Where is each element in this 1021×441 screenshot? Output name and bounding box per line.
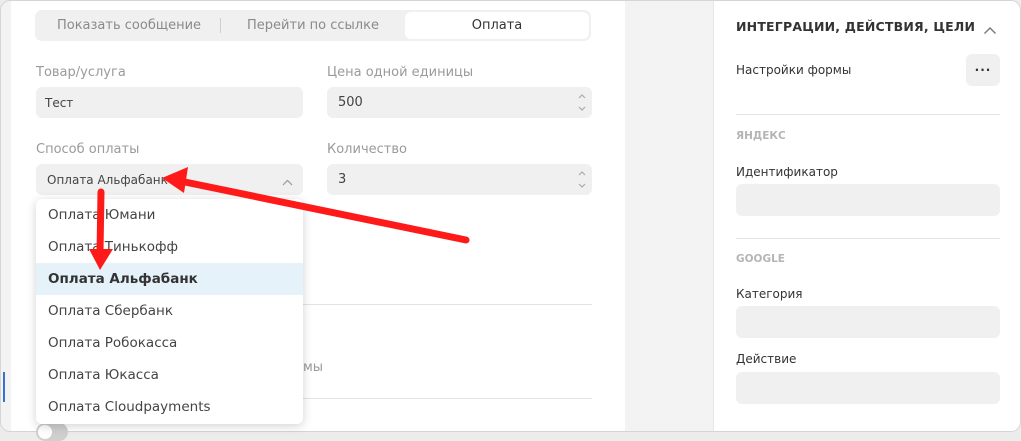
- payment-method-dropdown: Оплата Юмани Оплата Тинькофф Оплата Альф…: [36, 199, 303, 424]
- toggle-switch[interactable]: [36, 423, 68, 441]
- dropdown-option-yukassa[interactable]: Оплата Юкасса: [36, 359, 303, 391]
- quantity-input[interactable]: 3: [327, 164, 592, 195]
- action-input[interactable]: [736, 372, 1000, 404]
- quantity-value: 3: [338, 172, 347, 187]
- tab-show-message[interactable]: Показать сообщение: [37, 12, 221, 39]
- dropdown-option-sberbank[interactable]: Оплата Сбербанк: [36, 295, 303, 327]
- tab-go-to-link[interactable]: Перейти по ссылке: [221, 12, 405, 39]
- integrations-section-title: ИНТЕГРАЦИИ, ДЕЙСТВИЯ, ЦЕЛИ: [736, 19, 976, 34]
- yandex-caption: ЯНДЕКС: [736, 130, 786, 142]
- payment-method-label: Способ оплаты: [36, 142, 140, 157]
- more-icon: ···: [974, 63, 992, 77]
- identifier-input[interactable]: [736, 184, 1000, 216]
- category-input[interactable]: [736, 306, 1000, 338]
- dropdown-option-cloudpayments[interactable]: Оплата Cloudpayments: [36, 391, 303, 423]
- form-settings-label: Настройки формы: [736, 63, 852, 77]
- chevron-up-icon: [282, 175, 293, 189]
- partial-text: мы: [303, 360, 324, 375]
- google-caption: GOOGLE: [736, 253, 785, 265]
- price-stepper-icon[interactable]: [578, 92, 586, 113]
- chevron-up-icon[interactable]: [983, 20, 997, 39]
- quantity-stepper-icon[interactable]: [578, 169, 586, 190]
- price-input[interactable]: 500: [327, 87, 592, 118]
- price-value: 500: [338, 95, 363, 110]
- right-divider-2: [736, 238, 1000, 239]
- dropdown-option-alfabank[interactable]: Оплата Альфабанк: [36, 263, 303, 295]
- edge-marker: [3, 372, 5, 402]
- dropdown-option-robokassa[interactable]: Оплата Робокасса: [36, 327, 303, 359]
- dropdown-option-yumani[interactable]: Оплата Юмани: [36, 199, 303, 231]
- payment-method-select[interactable]: Оплата Альфабанк: [36, 164, 303, 195]
- category-label: Категория: [736, 287, 803, 301]
- dropdown-option-tinkoff[interactable]: Оплата Тинькофф: [36, 231, 303, 263]
- price-label: Цена одной единицы: [327, 65, 474, 80]
- identifier-label: Идентификатор: [736, 165, 838, 179]
- product-label: Товар/услуга: [36, 65, 126, 80]
- action-label: Действие: [736, 352, 797, 366]
- quantity-label: Количество: [327, 142, 407, 157]
- right-divider-1: [736, 114, 1000, 115]
- product-input[interactable]: Тест: [36, 87, 303, 118]
- action-tabs: Показать сообщение Перейти по ссылке Опл…: [35, 10, 591, 41]
- payment-method-value: Оплата Альфабанк: [47, 172, 168, 187]
- more-options-button[interactable]: ···: [966, 54, 1000, 86]
- product-value: Тест: [45, 95, 74, 110]
- tab-payment[interactable]: Оплата: [405, 12, 589, 39]
